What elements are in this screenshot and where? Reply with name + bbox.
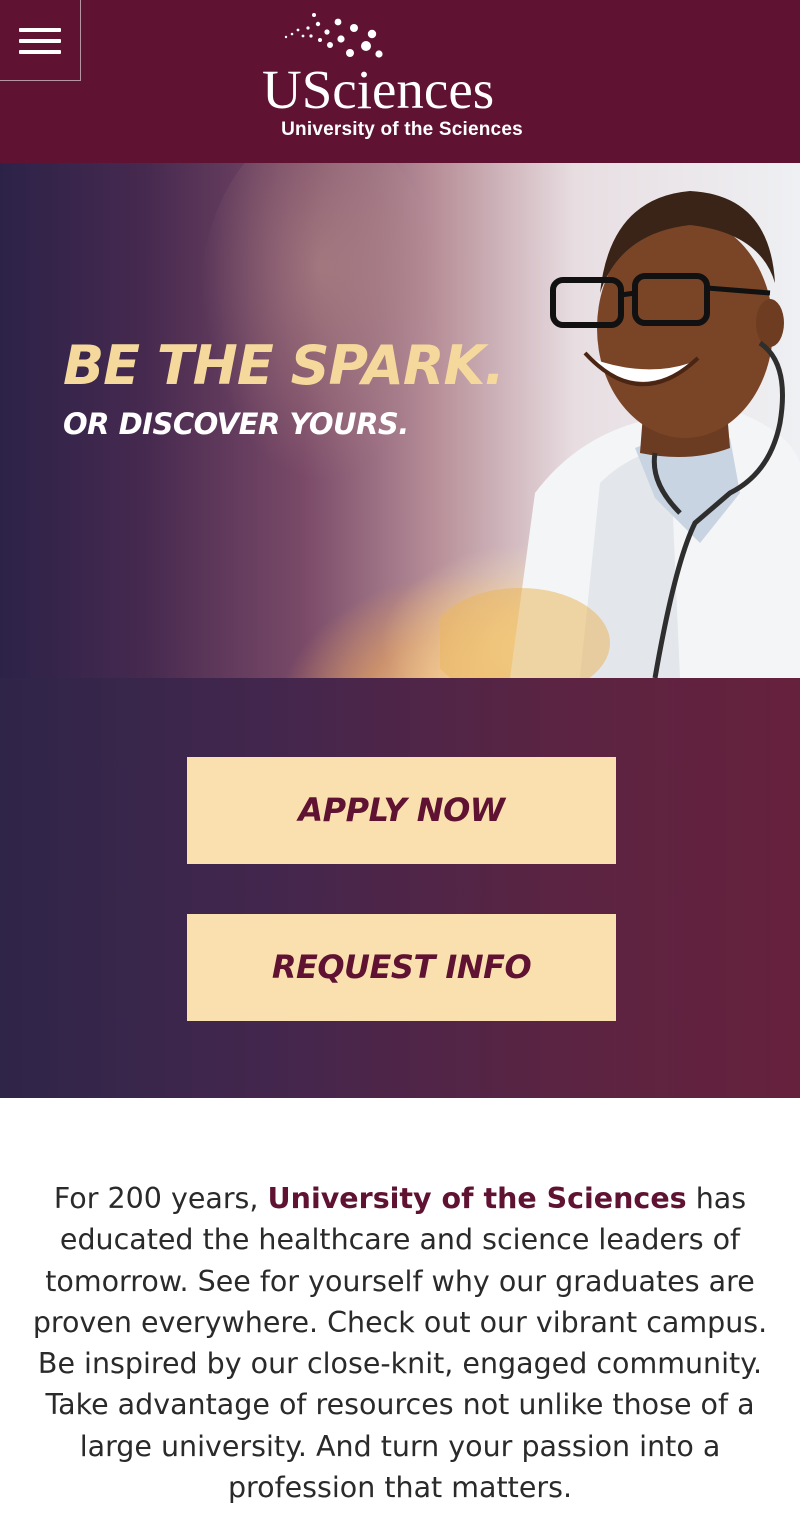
intro-paragraph: For 200 years, University of the Science… — [20, 1178, 780, 1508]
hero-subhead: OR DISCOVER YOURS. — [63, 407, 409, 441]
hero-banner: BE THE SPARK. OR DISCOVER YOURS. — [0, 163, 800, 678]
apply-now-button[interactable]: APPLY NOW — [187, 757, 616, 864]
hamburger-menu-icon-bar — [19, 50, 61, 54]
menu-button[interactable] — [0, 0, 81, 81]
site-header: USciences University of the Sciences — [0, 0, 800, 163]
doctor-photo — [440, 191, 800, 678]
intro-body: has educated the healthcare and science … — [32, 1182, 768, 1505]
logo-subtitle: University of the Sciences — [281, 119, 523, 140]
hamburger-menu-icon — [19, 28, 61, 32]
cta-section: APPLY NOW REQUEST INFO — [0, 678, 800, 1098]
intro-lead: For 200 years, — [53, 1182, 259, 1215]
hamburger-menu-icon-bar — [19, 39, 61, 43]
hero-headline: BE THE SPARK. — [63, 334, 505, 397]
university-name-highlight: University of the Sciences — [267, 1182, 687, 1215]
request-info-button[interactable]: REQUEST INFO — [187, 914, 616, 1021]
usciences-logo[interactable]: USciences University of the Sciences — [262, 10, 542, 150]
logo-wordmark: USciences — [262, 59, 495, 120]
